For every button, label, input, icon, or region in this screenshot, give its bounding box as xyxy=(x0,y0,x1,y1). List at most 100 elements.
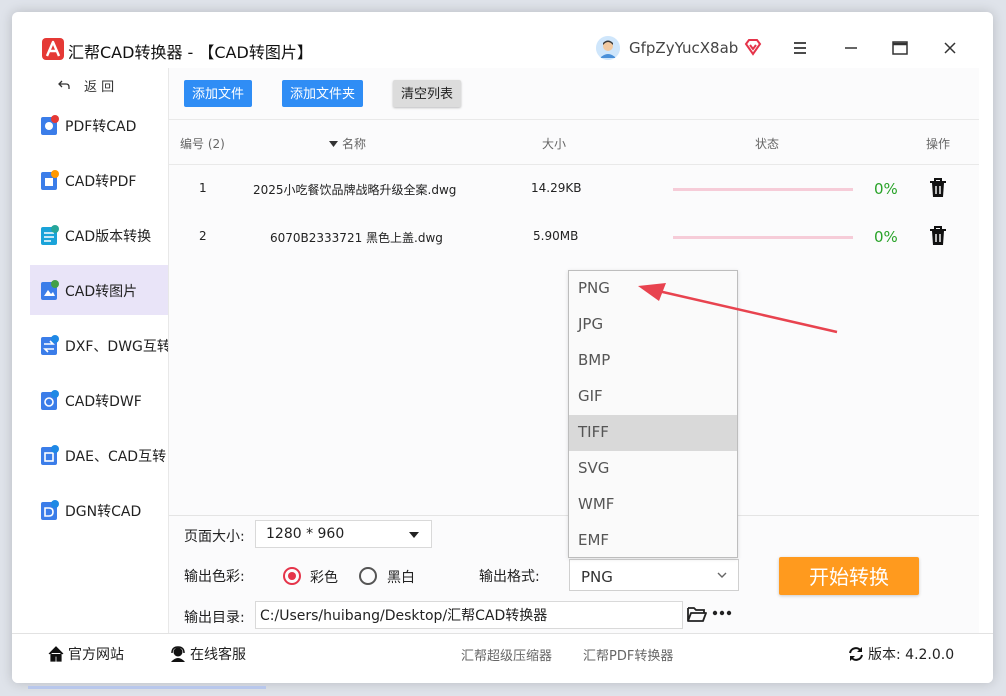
sidebar-item-dae-cad[interactable]: DAE、CAD互转 xyxy=(30,430,168,480)
online-support-label: 在线客服 xyxy=(190,647,246,663)
annotation-arrow xyxy=(638,283,838,334)
back-label: 返 回 xyxy=(84,80,115,95)
maximize-icon[interactable] xyxy=(890,38,910,58)
dxf-dwg-icon xyxy=(41,335,59,355)
row-file-name: 6070B2333721 黑色上盖.dwg xyxy=(270,231,443,245)
chevron-down-icon xyxy=(717,572,727,578)
footer-bar: 官方网站 在线客服 汇帮超级压缩器 汇帮PDF转换器 版本: 4.2.0.0 xyxy=(12,633,993,683)
add-file-button[interactable]: 添加文件 xyxy=(184,80,253,107)
row-progress-percent: 0% xyxy=(874,228,898,246)
output-dir-label: 输出目录: xyxy=(184,610,245,626)
page-size-label: 页面大小: xyxy=(184,529,245,545)
row-index: 1 xyxy=(199,181,207,195)
delete-icon[interactable] xyxy=(929,226,947,246)
divider xyxy=(169,164,979,165)
row-file-size: 5.90MB xyxy=(533,229,579,243)
row-progress-percent: 0% xyxy=(874,180,898,198)
version-info[interactable]: 版本: 4.2.0.0 xyxy=(848,644,954,664)
add-folder-button[interactable]: 添加文件夹 xyxy=(282,80,364,107)
row-progress-bar xyxy=(673,236,853,239)
vip-diamond-icon[interactable] xyxy=(743,37,763,57)
table-row[interactable]: 1 2025小吃餐饮品牌战略升级全案.dwg 14.29KB 0% xyxy=(169,166,979,214)
dae-cad-icon xyxy=(41,445,59,465)
back-arrow-icon xyxy=(58,79,72,95)
more-icon[interactable] xyxy=(712,609,732,617)
official-website-link[interactable]: 官方网站 xyxy=(48,644,124,664)
output-dir-input[interactable] xyxy=(255,601,683,629)
format-option-emf[interactable]: EMF xyxy=(569,523,737,559)
column-header-index: 编号 (2) xyxy=(180,137,225,151)
color-radio-color[interactable] xyxy=(283,567,301,585)
format-option-label: PNG xyxy=(578,279,610,297)
window-title: 汇帮CAD转换器 - 【CAD转图片】 xyxy=(68,43,313,62)
format-select-value: PNG xyxy=(581,568,613,586)
user-avatar[interactable] xyxy=(596,36,620,60)
format-option-label: WMF xyxy=(578,495,615,513)
caret-down-icon xyxy=(409,532,419,538)
customer-service-icon xyxy=(171,646,185,662)
format-label: 输出格式: xyxy=(479,569,540,585)
format-option-label: BMP xyxy=(578,351,611,369)
menu-icon[interactable] xyxy=(790,38,810,58)
row-index: 2 xyxy=(199,229,207,243)
compressor-link[interactable]: 汇帮超级压缩器 xyxy=(461,645,552,664)
back-button[interactable]: 返 回 xyxy=(58,76,114,98)
color-option-color-label[interactable]: 彩色 xyxy=(310,567,338,587)
start-convert-button[interactable]: 开始转换 xyxy=(779,557,919,595)
username[interactable]: GfpZyYucX8ab xyxy=(629,39,738,57)
online-support-link[interactable]: 在线客服 xyxy=(170,644,246,664)
format-option-gif[interactable]: GIF xyxy=(569,379,737,415)
sidebar-item-dgn-to-cad[interactable]: DGN转CAD xyxy=(30,485,168,535)
refresh-icon xyxy=(849,647,863,661)
sidebar-item-cad-to-pdf[interactable]: CAD转PDF xyxy=(30,155,168,205)
row-file-name: 2025小吃餐饮品牌战略升级全案.dwg xyxy=(253,183,457,197)
format-option-label: GIF xyxy=(578,387,603,405)
sidebar-item-label: CAD转图片 xyxy=(65,284,138,300)
taskbar-indicator xyxy=(28,686,266,689)
color-label: 输出色彩: xyxy=(184,569,245,585)
sidebar-item-label: DXF、DWG互转 xyxy=(65,339,171,355)
close-icon[interactable] xyxy=(940,38,960,58)
official-website-label: 官方网站 xyxy=(68,647,124,663)
folder-open-icon[interactable] xyxy=(687,605,707,623)
pdf-converter-link[interactable]: 汇帮PDF转换器 xyxy=(583,645,673,664)
sidebar-item-cad-version[interactable]: CAD版本转换 xyxy=(30,210,168,260)
color-radio-bw[interactable] xyxy=(359,567,377,585)
sidebar-item-label: DAE、CAD互转 xyxy=(65,449,167,465)
format-option-svg[interactable]: SVG xyxy=(569,451,737,487)
sidebar-item-cad-to-image[interactable]: CAD转图片 xyxy=(30,265,168,315)
sidebar-item-label: CAD版本转换 xyxy=(65,229,152,245)
clear-list-button[interactable]: 清空列表 xyxy=(393,80,462,107)
app-logo-icon xyxy=(42,38,64,60)
pdf-to-cad-icon xyxy=(41,115,59,135)
page-size-select[interactable]: 1280 * 960 xyxy=(255,520,432,548)
row-file-size: 14.29KB xyxy=(531,181,582,195)
sidebar-item-label: CAD转DWF xyxy=(65,394,142,410)
format-option-tiff[interactable]: TIFF xyxy=(569,415,737,451)
cad-to-image-icon xyxy=(41,280,59,300)
sort-desc-icon xyxy=(329,141,338,147)
title-bar: 汇帮CAD转换器 - 【CAD转图片】 GfpZyYucX8ab xyxy=(12,12,993,68)
minimize-icon[interactable] xyxy=(841,38,861,58)
page-size-value: 1280 * 960 xyxy=(266,526,345,542)
format-option-wmf[interactable]: WMF xyxy=(569,487,737,523)
column-header-action: 操作 xyxy=(926,137,951,151)
sidebar-item-cad-to-dwf[interactable]: CAD转DWF xyxy=(30,375,168,425)
table-row[interactable]: 2 6070B2333721 黑色上盖.dwg 5.90MB 0% xyxy=(169,214,979,262)
format-option-label: JPG xyxy=(578,315,604,333)
format-select[interactable]: PNG xyxy=(569,559,739,591)
sidebar: 返 回 PDF转CAD CAD转PDF CAD版本转换 CAD转图片 DXF、D… xyxy=(12,68,171,633)
sidebar-item-pdf-to-cad[interactable]: PDF转CAD xyxy=(30,100,168,150)
cad-to-dwf-icon xyxy=(41,390,59,410)
app-window: 汇帮CAD转换器 - 【CAD转图片】 GfpZyYucX8ab 返 回 PDF… xyxy=(12,12,993,683)
version-label: 版本: 4.2.0.0 xyxy=(868,647,955,663)
sidebar-item-dxf-dwg[interactable]: DXF、DWG互转 xyxy=(30,320,171,370)
column-header-name[interactable]: 名称 xyxy=(329,135,366,152)
color-option-bw-label[interactable]: 黑白 xyxy=(387,567,415,587)
sidebar-item-label: DGN转CAD xyxy=(65,504,142,520)
cad-version-icon xyxy=(41,225,59,245)
sidebar-item-label: PDF转CAD xyxy=(65,119,137,135)
format-option-label: SVG xyxy=(578,459,610,477)
column-header-name-label: 名称 xyxy=(342,137,367,151)
delete-icon[interactable] xyxy=(929,178,947,198)
